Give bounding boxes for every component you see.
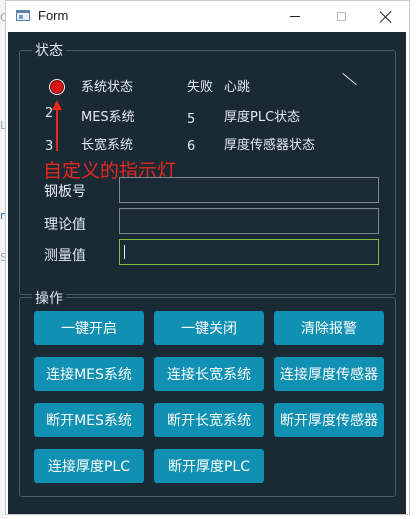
close-icon <box>380 11 392 23</box>
status-indicator-light <box>49 79 65 95</box>
start-all-button[interactable]: 一键开启 <box>34 311 144 345</box>
window-title: Form <box>38 8 69 23</box>
disconnect-thickness-plc-button[interactable]: 断开厚度PLC <box>154 449 264 483</box>
thickness-sensor-indicator: 6 <box>187 139 196 154</box>
annotation-arrow <box>56 109 58 151</box>
status-group-title: 状态 <box>32 40 66 60</box>
thickness-sensor-status-label: 厚度传感器状态 <box>224 138 316 153</box>
form-window: Form 状态 系统状态 失败 心跳 2 MES系统 5 厚度PLC状态 3 长… <box>5 0 410 515</box>
mes-system-label: MES系统 <box>81 110 135 125</box>
stop-all-button[interactable]: 一键关闭 <box>154 311 264 345</box>
connect-thickness-plc-button[interactable]: 连接厚度PLC <box>34 449 144 483</box>
system-status-value: 失败 <box>187 80 214 95</box>
maximize-button[interactable] <box>318 1 364 32</box>
close-button[interactable] <box>363 1 409 32</box>
disconnect-thickness-sensor-button[interactable]: 断开厚度传感器 <box>274 403 384 437</box>
disconnect-mes-button[interactable]: 断开MES系统 <box>34 403 144 437</box>
maximize-icon <box>336 12 346 21</box>
minimize-icon <box>290 16 300 17</box>
minimize-button[interactable] <box>272 1 318 32</box>
operations-group-title: 操作 <box>32 288 66 308</box>
title-bar[interactable]: Form <box>6 1 409 32</box>
measured-value-field[interactable] <box>119 239 379 265</box>
length-width-indicator: 3 <box>45 139 54 154</box>
theory-value-field[interactable] <box>119 208 379 234</box>
text-caret <box>124 245 125 259</box>
connect-length-width-button[interactable]: 连接长宽系统 <box>154 357 264 391</box>
theory-value-label: 理论值 <box>44 217 86 233</box>
heartbeat-label: 心跳 <box>224 80 251 95</box>
system-status-label: 系统状态 <box>81 80 134 95</box>
disconnect-length-width-button[interactable]: 断开长宽系统 <box>154 403 264 437</box>
measured-value-label: 测量值 <box>44 248 86 264</box>
length-width-system-label: 长宽系统 <box>81 138 134 153</box>
form-client-area: 状态 系统状态 失败 心跳 2 MES系统 5 厚度PLC状态 3 长宽系统 6… <box>8 32 406 514</box>
connect-mes-button[interactable]: 连接MES系统 <box>34 357 144 391</box>
clear-alarm-button[interactable]: 清除报警 <box>274 311 384 345</box>
thickness-plc-indicator: 5 <box>187 112 196 127</box>
plate-number-field[interactable] <box>119 177 379 203</box>
connect-thickness-sensor-button[interactable]: 连接厚度传感器 <box>274 357 384 391</box>
app-window-icon <box>16 10 30 21</box>
thickness-plc-status-label: 厚度PLC状态 <box>224 110 301 125</box>
plate-number-label: 钢板号 <box>44 184 86 200</box>
